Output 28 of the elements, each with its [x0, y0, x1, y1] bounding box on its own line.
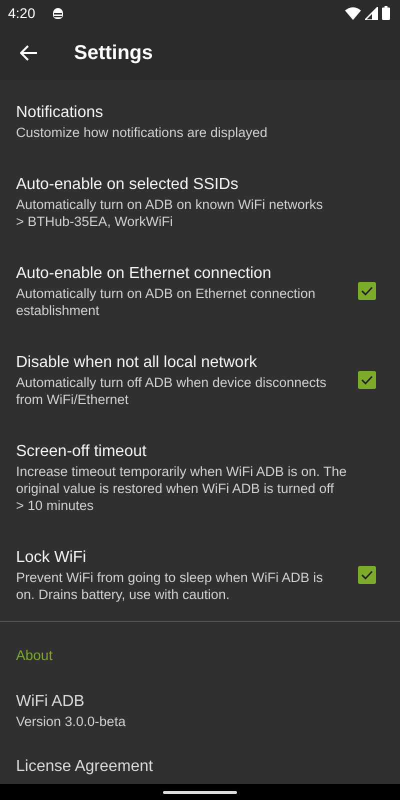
- status-time: 4:20: [8, 5, 36, 21]
- checkbox[interactable]: [358, 282, 376, 300]
- home-handle[interactable]: [163, 790, 237, 794]
- item-summary: Increase timeout temporarily when WiFi ADB is on. The original value is restored when WiFi ADB is turned off: [16, 463, 348, 497]
- item-summary: Customize how notifications are displayed: [16, 124, 268, 141]
- checkbox[interactable]: [358, 371, 376, 389]
- item-title: Auto-enable on selected SSIDs: [16, 175, 240, 195]
- signal-icon: [365, 6, 378, 20]
- item-summary: Version 3.0.0-beta: [16, 713, 127, 730]
- wifi-icon: [345, 6, 361, 20]
- item-summary: Automatically turn on ADB on Ethernet connection establishment: [16, 285, 316, 319]
- item-title: License Agreement: [16, 757, 154, 777]
- item-title: Lock WiFi: [16, 548, 88, 568]
- back-icon[interactable]: [20, 45, 38, 61]
- item-title: WiFi ADB: [16, 692, 86, 712]
- item-summary: Automatically turn off ADB when device disconnects from WiFi/Ethernet: [16, 374, 328, 408]
- item-title: Auto-enable on Ethernet connection: [16, 264, 272, 284]
- checkbox[interactable]: [358, 566, 376, 584]
- item-summary: Prevent WiFi from going to sleep when WiFi ADB is on. Drains battery, use with caution.: [16, 569, 324, 603]
- item-value: > BTHub-35EA, WorkWiFi: [16, 213, 174, 230]
- item-title: Screen-off timeout: [16, 442, 148, 462]
- section-header: About: [15, 646, 54, 665]
- item-title: Disable when not all local network: [16, 353, 258, 373]
- item-value: > 10 minutes: [16, 497, 95, 514]
- item-summary: Automatically turn on ADB on known WiFi networks: [16, 196, 324, 213]
- screen-title: Settings: [74, 42, 153, 64]
- item-title: Notifications: [16, 103, 104, 123]
- battery-icon: [382, 6, 390, 20]
